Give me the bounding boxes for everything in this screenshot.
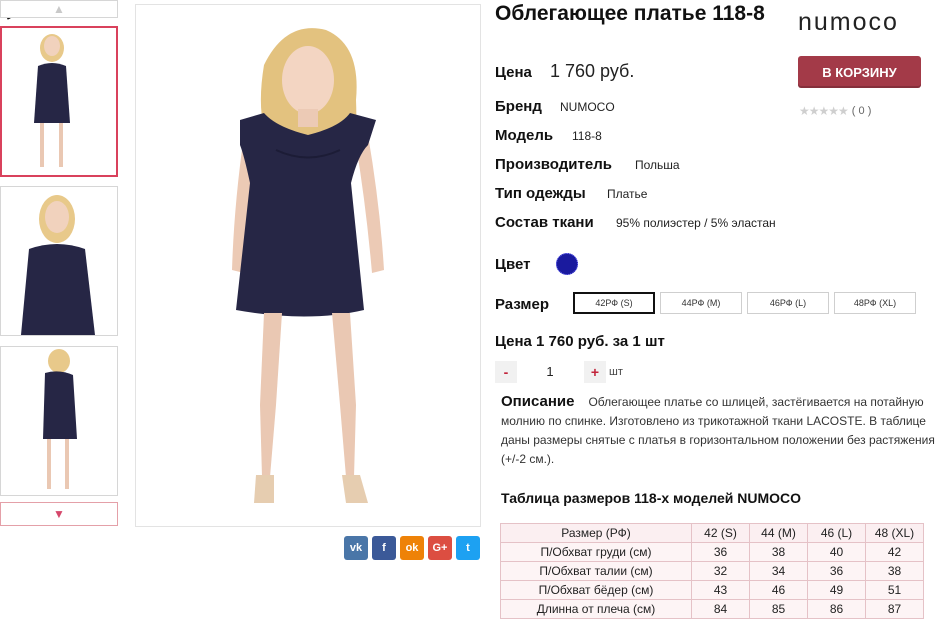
product-photo bbox=[136, 5, 480, 526]
spec-value-fabric: 95% полиэстер / 5% эластан bbox=[616, 216, 776, 230]
color-swatch-navy[interactable] bbox=[556, 253, 578, 275]
spec-value-garment-type: Платье bbox=[607, 187, 648, 201]
size-table: Размер (РФ) 42 (S) 44 (M) 46 (L) 48 (XL)… bbox=[500, 523, 924, 619]
table-cell: 36 bbox=[691, 542, 750, 562]
table-cell: 32 bbox=[691, 561, 750, 581]
twitter-icon[interactable]: t bbox=[456, 536, 480, 560]
spec-value-model: 118-8 bbox=[572, 129, 602, 143]
quantity-value[interactable]: 1 bbox=[540, 364, 560, 379]
color-label: Цвет bbox=[495, 256, 531, 273]
table-cell: 43 bbox=[691, 580, 750, 600]
table-cell: Длинна от плеча (см) bbox=[500, 599, 692, 619]
table-cell: 87 bbox=[865, 599, 924, 619]
quantity-unit: шт bbox=[609, 366, 623, 378]
table-cell: 42 bbox=[865, 542, 924, 562]
spec-label-garment-type: Тип одежды bbox=[495, 185, 586, 202]
unit-price-text: Цена 1 760 руб. за 1 шт bbox=[495, 333, 665, 350]
thumbnail-image bbox=[2, 28, 116, 175]
table-cell: П/Обхват бёдер (см) bbox=[500, 580, 692, 600]
table-row: Длинна от плеча (см) 84 85 86 87 bbox=[500, 599, 924, 619]
spec-label-fabric: Состав ткани bbox=[495, 214, 594, 231]
thumbnail-scroll-down-button[interactable]: ▼ bbox=[0, 502, 118, 526]
spec-value-manufacturer: Польша bbox=[635, 158, 680, 172]
table-cell: 40 bbox=[807, 542, 866, 562]
table-cell: 38 bbox=[749, 542, 808, 562]
table-header-cell: Размер (РФ) bbox=[500, 523, 692, 543]
size-option-48[interactable]: 48РФ (XL) bbox=[834, 292, 916, 314]
size-option-42[interactable]: 42РФ (S) bbox=[573, 292, 655, 314]
table-header-row: Размер (РФ) 42 (S) 44 (M) 46 (L) 48 (XL) bbox=[500, 523, 924, 543]
table-cell: 49 bbox=[807, 580, 866, 600]
product-description: Описание Облегающее платье со шлицей, зас… bbox=[501, 392, 941, 469]
social-share-bar: vk f ok G+ t bbox=[344, 536, 480, 560]
thumbnail-image bbox=[1, 187, 117, 335]
spec-value-brand: NUMOCO bbox=[560, 100, 615, 114]
table-cell: 51 bbox=[865, 580, 924, 600]
table-cell: 38 bbox=[865, 561, 924, 581]
table-cell: П/Обхват груди (см) bbox=[500, 542, 692, 562]
rating-count: ( 0 ) bbox=[851, 105, 872, 117]
table-cell: П/Обхват талии (см) bbox=[500, 561, 692, 581]
thumbnail-front-view[interactable] bbox=[0, 26, 118, 177]
table-cell: 34 bbox=[749, 561, 808, 581]
chevron-up-icon: ▲ bbox=[53, 2, 65, 16]
table-cell: 85 bbox=[749, 599, 808, 619]
size-table-title: Таблица размеров 118-х моделей NUMOCO bbox=[501, 490, 802, 506]
add-to-cart-button[interactable]: В КОРЗИНУ bbox=[798, 56, 921, 88]
table-row: П/Обхват груди (см) 36 38 40 42 bbox=[500, 542, 924, 562]
price-label: Цена bbox=[495, 64, 532, 81]
spec-label-manufacturer: Производитель bbox=[495, 156, 612, 173]
table-cell: 46 bbox=[749, 580, 808, 600]
table-row: П/Обхват талии (см) 32 34 36 38 bbox=[500, 561, 924, 581]
thumbnail-image bbox=[1, 347, 117, 495]
size-option-44[interactable]: 44РФ (M) bbox=[660, 292, 742, 314]
table-row: П/Обхват бёдер (см) 43 46 49 51 bbox=[500, 580, 924, 600]
table-header-cell: 44 (M) bbox=[749, 523, 808, 543]
table-header-cell: 46 (L) bbox=[807, 523, 866, 543]
spec-label-model: Модель bbox=[495, 127, 554, 144]
rating-widget[interactable]: ★★★★★ ( 0 ) bbox=[799, 104, 871, 118]
table-cell: 86 bbox=[807, 599, 866, 619]
thumbnail-scroll-up-button[interactable]: ▲ bbox=[0, 0, 118, 18]
table-header-cell: 48 (XL) bbox=[865, 523, 924, 543]
description-label: Описание bbox=[501, 393, 575, 410]
price-value: 1 760 руб. bbox=[550, 61, 635, 81]
size-option-46[interactable]: 46РФ (L) bbox=[747, 292, 829, 314]
chevron-down-icon: ▼ bbox=[53, 507, 65, 521]
vk-icon[interactable]: vk bbox=[344, 536, 368, 560]
size-label: Размер bbox=[495, 296, 550, 313]
table-cell: 84 bbox=[691, 599, 750, 619]
quantity-decrease-button[interactable]: - bbox=[495, 361, 517, 383]
odnoklassniki-icon[interactable]: ok bbox=[400, 536, 424, 560]
quantity-increase-button[interactable]: + bbox=[584, 361, 606, 383]
table-header-cell: 42 (S) bbox=[691, 523, 750, 543]
product-title: Облегающее платье 118-8 bbox=[495, 2, 765, 25]
thumbnail-front-closeup[interactable] bbox=[0, 186, 118, 336]
table-cell: 36 bbox=[807, 561, 866, 581]
spec-label-brand: Бренд bbox=[495, 98, 542, 115]
rating-stars-icon: ★★★★★ bbox=[799, 104, 849, 118]
main-product-image[interactable] bbox=[135, 4, 481, 527]
brand-logo[interactable]: numoco bbox=[798, 8, 899, 37]
google-plus-icon[interactable]: G+ bbox=[428, 536, 452, 560]
thumbnail-back-view[interactable] bbox=[0, 346, 118, 496]
facebook-icon[interactable]: f bbox=[372, 536, 396, 560]
